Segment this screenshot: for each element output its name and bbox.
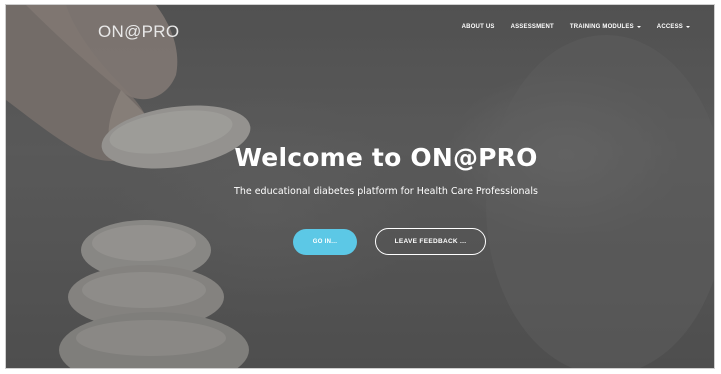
site-logo[interactable]: ON@PRO — [98, 22, 179, 42]
hero-title: Welcome to ON@PRO — [234, 143, 538, 172]
screenshot-frame: ON@PRO ABOUT US ASSESSMENT TRAINING MODU… — [0, 0, 721, 374]
hero-section: ON@PRO ABOUT US ASSESSMENT TRAINING MODU… — [5, 4, 715, 369]
caret-down-icon — [636, 26, 641, 28]
nav-item-label: ASSESSMENT — [510, 24, 554, 30]
nav-item-label: ACCESS — [656, 24, 683, 30]
nav-item-assessment[interactable]: ASSESSMENT — [511, 24, 554, 30]
caret-down-icon — [686, 26, 690, 28]
main-navigation: ABOUT US ASSESSMENT TRAINING MODULES ACC… — [446, 24, 690, 30]
nav-item-label: ABOUT US — [461, 24, 495, 30]
nav-item-access[interactable]: ACCESS — [657, 24, 690, 30]
nav-item-label: TRAINING MODULES — [569, 24, 634, 30]
hero-subtitle: The educational diabetes platform for He… — [234, 186, 538, 197]
nav-item-about-us[interactable]: ABOUT US — [462, 24, 495, 30]
go-in-button[interactable]: GO IN... — [293, 229, 357, 255]
nav-item-training-modules[interactable]: TRAINING MODULES — [570, 24, 641, 30]
leave-feedback-button[interactable]: LEAVE FEEDBACK ... — [375, 228, 486, 255]
